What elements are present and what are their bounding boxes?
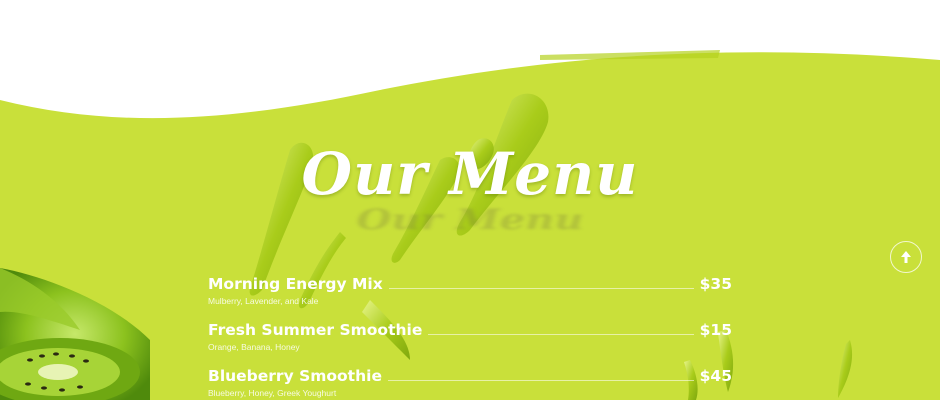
menu-item-name: Morning Energy Mix — [208, 275, 383, 293]
menu-item-price: $35 — [699, 275, 732, 293]
menu-item[interactable]: Fresh Summer Smoothie $15 Orange, Banana… — [208, 320, 732, 366]
menu-item[interactable]: Blueberry Smoothie $45 Blueberry, Honey,… — [208, 366, 732, 400]
scroll-to-top-button[interactable] — [890, 241, 922, 273]
menu-item-name: Fresh Summer Smoothie — [208, 321, 423, 339]
menu-list: Morning Energy Mix $35 Mulberry, Lavende… — [208, 274, 732, 400]
arrow-up-icon — [901, 251, 911, 263]
menu-item-leader — [428, 333, 694, 335]
menu-item-price: $45 — [699, 367, 732, 385]
menu-item-leader — [387, 379, 694, 381]
menu-item-price: $15 — [699, 321, 732, 339]
menu-item-description: Mulberry, Lavender, and Kale — [208, 296, 319, 306]
menu-item-name: Blueberry Smoothie — [208, 367, 382, 385]
menu-item-leader — [388, 287, 694, 289]
menu-section: Our Menu Our Menu Morning Energy Mix $35… — [0, 0, 940, 400]
section-title: Our Menu — [301, 140, 639, 208]
menu-item-description: Orange, Banana, Honey — [208, 342, 300, 352]
menu-item[interactable]: Morning Energy Mix $35 Mulberry, Lavende… — [208, 274, 732, 320]
menu-item-description: Blueberry, Honey, Greek Youghurt — [208, 388, 337, 398]
